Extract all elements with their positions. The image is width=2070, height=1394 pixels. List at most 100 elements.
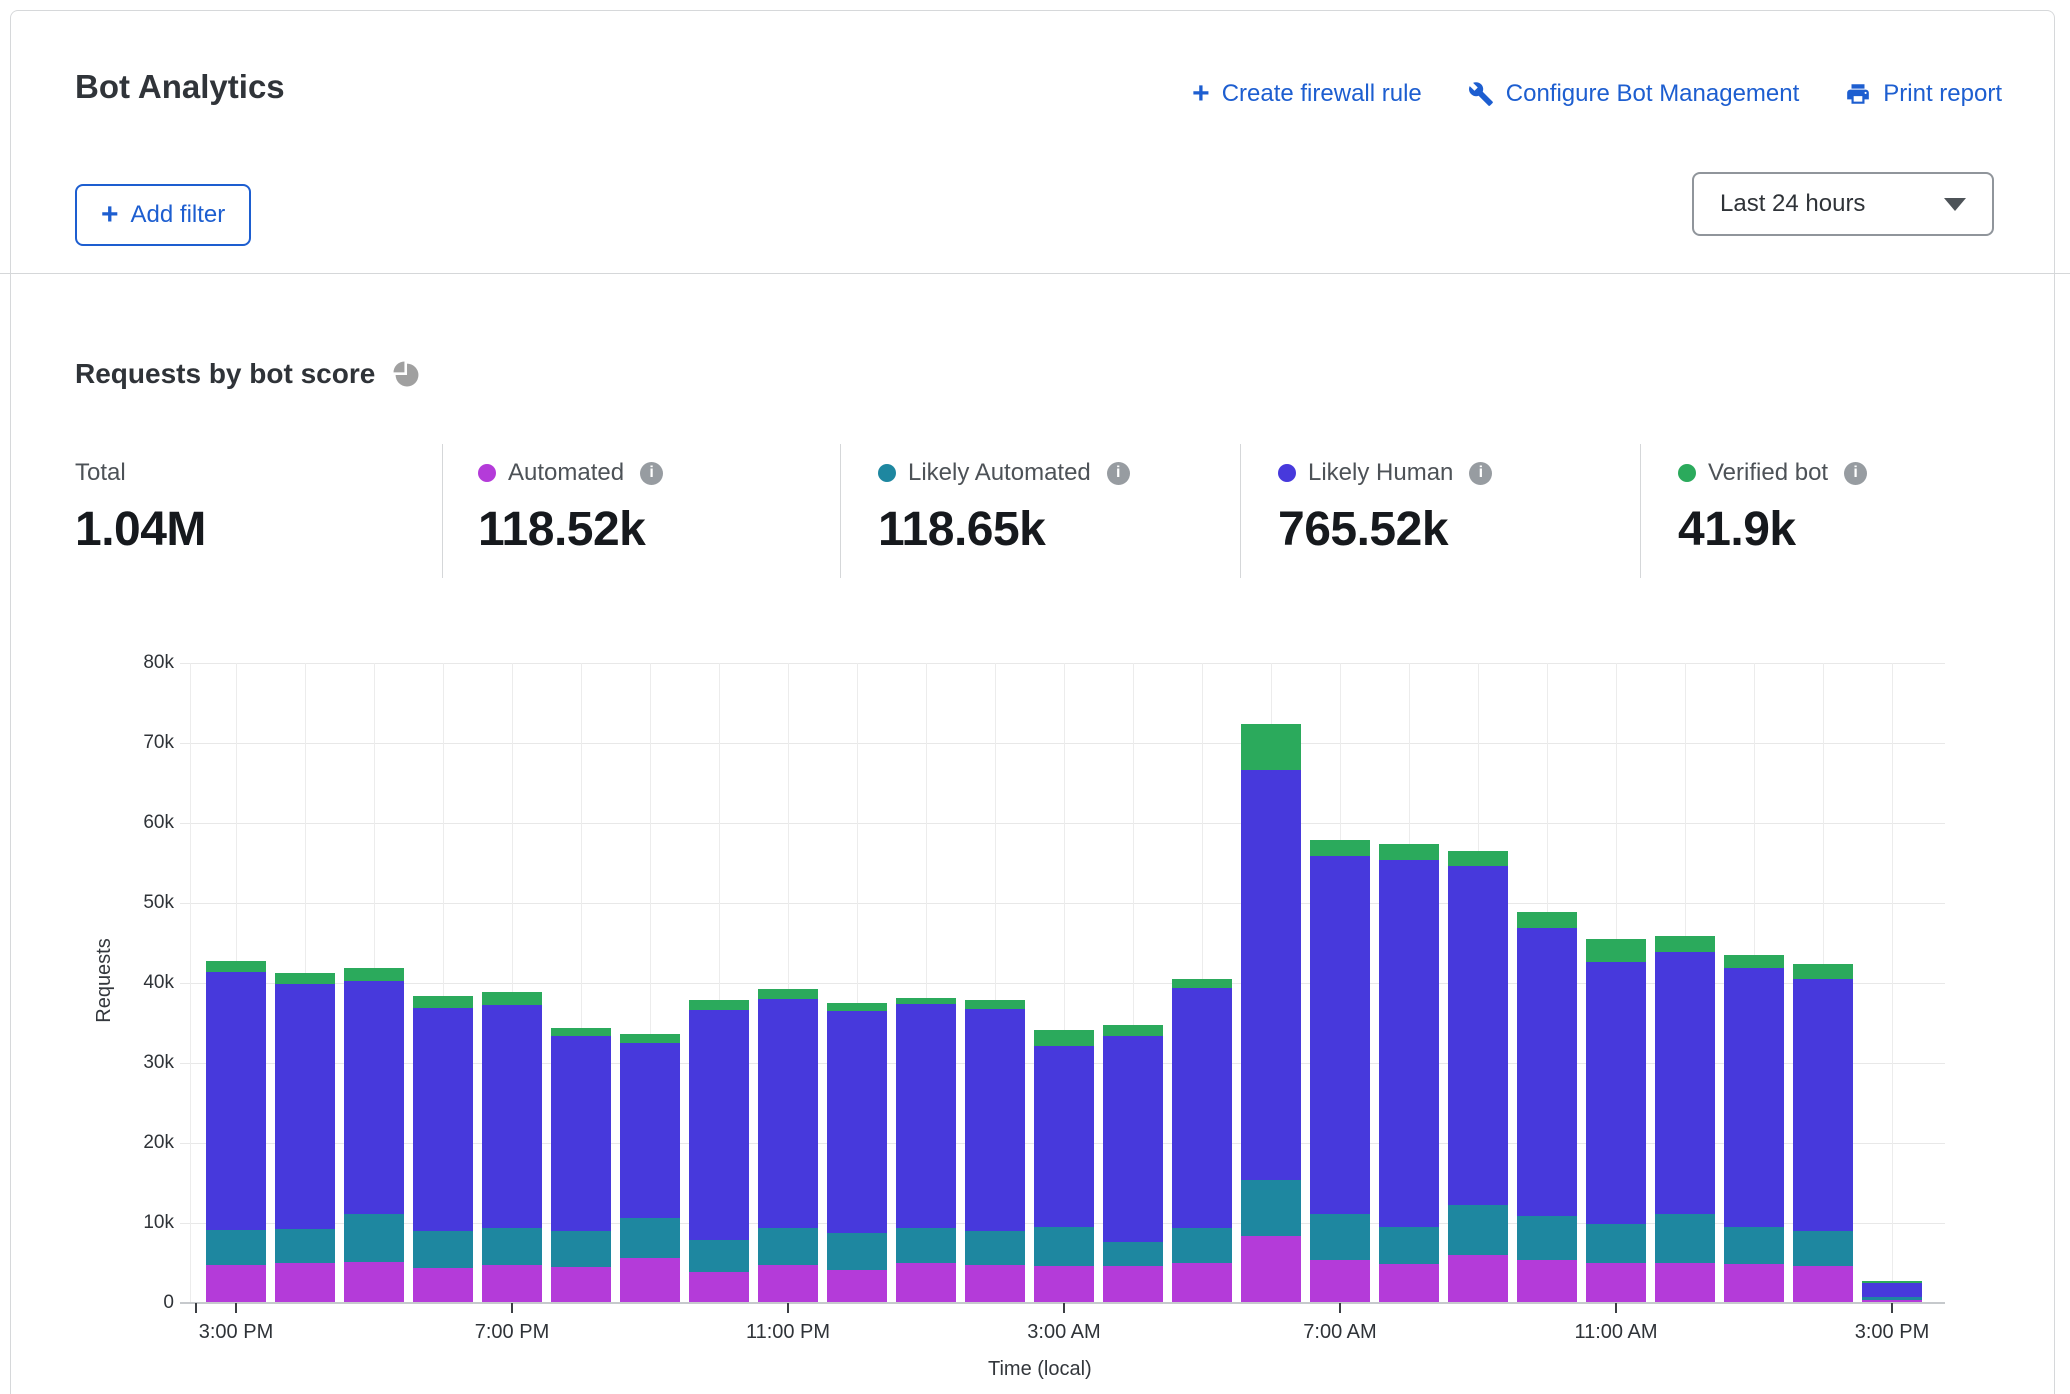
bar-segment-likely-automated [344, 1214, 404, 1262]
stat-automated-label: Automated [508, 459, 624, 487]
configure-bot-management-label: Configure Bot Management [1506, 80, 1800, 108]
bar-5-00-am[interactable] [1172, 979, 1232, 1302]
time-range-select[interactable]: Last 24 hours [1692, 172, 1994, 236]
stat-automated-value: 118.52k [478, 502, 838, 557]
bar-11-00-pm[interactable] [758, 989, 818, 1302]
info-icon[interactable]: i [1844, 462, 1867, 485]
bar-4-00-am[interactable] [1103, 1025, 1163, 1302]
bar-segment-automated [1034, 1266, 1094, 1302]
stat-total-label: Total [75, 459, 126, 487]
bar-segment-verified-bot [275, 973, 335, 984]
bar-segment-likely-automated [689, 1240, 749, 1271]
bar-1-00-am[interactable] [896, 998, 956, 1302]
stat-divider [1240, 444, 1241, 578]
bar-segment-automated [620, 1258, 680, 1302]
bar-7-00-am[interactable] [1310, 840, 1370, 1302]
bar-segment-likely-human [1448, 866, 1508, 1205]
bar-segment-automated [206, 1265, 266, 1302]
bar-11-00-am[interactable] [1586, 939, 1646, 1302]
bar-segment-likely-human [1241, 770, 1301, 1180]
bar-segment-automated [1655, 1263, 1715, 1302]
bar-segment-verified-bot [1310, 840, 1370, 855]
bar-segment-automated [1448, 1255, 1508, 1302]
bar-segment-verified-bot [1172, 979, 1232, 989]
wrench-icon [1468, 81, 1494, 107]
bar-8-00-am[interactable] [1379, 844, 1439, 1302]
bar-segment-automated [1172, 1263, 1232, 1302]
bar-segment-verified-bot [1034, 1030, 1094, 1046]
section-title-row: Requests by bot score [75, 358, 420, 390]
stat-divider [442, 444, 443, 578]
bar-5-00-pm[interactable] [344, 968, 404, 1302]
bar-segment-likely-human [1172, 988, 1232, 1227]
bar-segment-automated [827, 1270, 887, 1302]
stat-verified-bot-label: Verified bot [1708, 459, 1828, 487]
header-actions: + Create firewall rule Configure Bot Man… [1192, 80, 2002, 108]
bar-segment-automated [1517, 1260, 1577, 1302]
bar-segment-likely-automated [551, 1231, 611, 1267]
info-icon[interactable]: i [1107, 462, 1130, 485]
bar-2-00-am[interactable] [965, 1000, 1025, 1302]
bar-segment-verified-bot [1724, 955, 1784, 969]
bar-segment-automated [344, 1262, 404, 1302]
bar-2-00-pm[interactable] [1793, 964, 1853, 1302]
bar-segment-likely-human [1379, 860, 1439, 1226]
bar-segment-likely-human [551, 1036, 611, 1230]
add-filter-button[interactable]: + Add filter [75, 184, 251, 246]
bar-segment-automated [1793, 1266, 1853, 1302]
stat-verified-bot-value: 41.9k [1678, 502, 2038, 557]
stat-automated: Automated i 118.52k [478, 458, 838, 557]
bar-6-00-pm[interactable] [413, 996, 473, 1302]
bar-segment-verified-bot [551, 1028, 611, 1037]
bar-segment-likely-automated [1448, 1205, 1508, 1255]
bar-segment-automated [275, 1263, 335, 1302]
legend-dot-likely-human [1278, 464, 1296, 482]
bar-segment-verified-bot [689, 1000, 749, 1010]
bar-3-00-pm[interactable] [206, 961, 266, 1302]
bar-12-00-pm[interactable] [1655, 936, 1715, 1302]
bar-segment-likely-automated [1241, 1180, 1301, 1235]
bar-4-00-pm[interactable] [275, 973, 335, 1302]
print-report-link[interactable]: Print report [1845, 80, 2002, 108]
configure-bot-management-link[interactable]: Configure Bot Management [1468, 80, 1800, 108]
bar-segment-verified-bot [1517, 912, 1577, 928]
bar-8-00-pm[interactable] [551, 1028, 611, 1302]
stat-likely-human-label: Likely Human [1308, 459, 1453, 487]
bar-segment-likely-automated [1034, 1227, 1094, 1266]
bar-segment-verified-bot [1655, 936, 1715, 951]
bar-3-00-pm[interactable] [1862, 1281, 1922, 1302]
bar-segment-likely-human [620, 1043, 680, 1218]
bar-segment-verified-bot [620, 1034, 680, 1043]
create-firewall-rule-link[interactable]: + Create firewall rule [1192, 80, 1422, 108]
bar-segment-likely-automated [482, 1228, 542, 1265]
bar-segment-likely-automated [1793, 1231, 1853, 1266]
bar-segment-likely-human [482, 1005, 542, 1228]
bar-9-00-am[interactable] [1448, 851, 1508, 1302]
bar-10-00-am[interactable] [1517, 912, 1577, 1302]
bar-segment-verified-bot [827, 1003, 887, 1011]
info-icon[interactable]: i [1469, 462, 1492, 485]
legend-dot-verified-bot [1678, 464, 1696, 482]
bar-segment-likely-human [1793, 979, 1853, 1231]
bar-segment-automated [1586, 1263, 1646, 1302]
create-firewall-rule-label: Create firewall rule [1222, 80, 1422, 108]
bar-9-00-pm[interactable] [620, 1034, 680, 1302]
bar-segment-likely-automated [1517, 1216, 1577, 1260]
stat-likely-automated-label: Likely Automated [908, 459, 1091, 487]
info-icon[interactable]: i [640, 462, 663, 485]
bar-10-00-pm[interactable] [689, 1000, 749, 1302]
stat-likely-automated-value: 118.65k [878, 502, 1238, 557]
bar-segment-likely-human [758, 999, 818, 1228]
bar-segment-automated [1862, 1300, 1922, 1302]
bar-3-00-am[interactable] [1034, 1030, 1094, 1302]
bar-segment-likely-human [1655, 952, 1715, 1214]
bar-segment-likely-automated [1655, 1214, 1715, 1263]
bar-6-00-am[interactable] [1241, 724, 1301, 1302]
bar-segment-automated [896, 1263, 956, 1302]
bar-segment-verified-bot [1793, 964, 1853, 979]
print-report-label: Print report [1883, 80, 2002, 108]
bar-7-00-pm[interactable] [482, 992, 542, 1302]
bar-1-00-pm[interactable] [1724, 955, 1784, 1302]
bar-12-00-am[interactable] [827, 1003, 887, 1302]
bar-segment-verified-bot [413, 996, 473, 1008]
